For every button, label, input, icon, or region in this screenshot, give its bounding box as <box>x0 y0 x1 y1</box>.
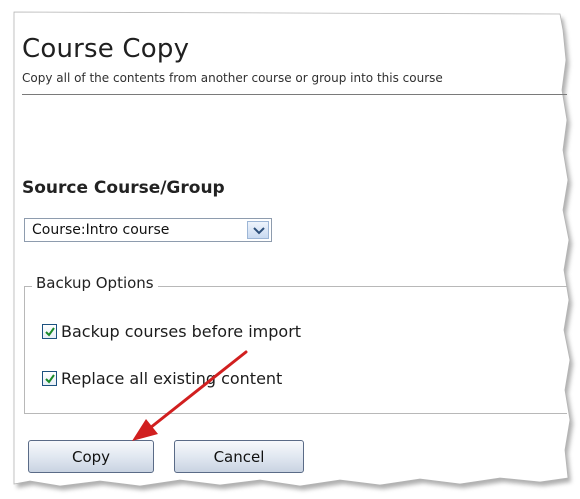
source-course-select[interactable]: Course:Intro course <box>24 218 272 242</box>
source-course-heading: Source Course/Group <box>22 178 225 198</box>
course-copy-panel: Course Copy Copy all of the contents fro… <box>22 22 567 492</box>
page-title: Course Copy <box>22 34 190 64</box>
chevron-down-icon[interactable] <box>247 221 269 239</box>
page-description: Copy all of the contents from another co… <box>22 71 443 85</box>
replace-content-checkbox[interactable] <box>42 371 57 386</box>
checkmark-icon <box>45 374 55 384</box>
page: Course Copy Copy all of the contents fro… <box>0 0 580 499</box>
backup-courses-checkbox[interactable] <box>42 324 57 339</box>
checkmark-icon <box>45 327 55 337</box>
backup-options-legend: Backup Options <box>32 274 158 292</box>
source-course-selected-value: Course:Intro course <box>32 222 170 238</box>
backup-courses-label: Backup courses before import <box>61 322 302 341</box>
backup-options-group <box>24 286 567 414</box>
cancel-button[interactable]: Cancel <box>174 440 304 473</box>
replace-content-label: Replace all existing content <box>61 369 283 388</box>
copy-button[interactable]: Copy <box>28 440 154 473</box>
title-divider <box>22 94 567 95</box>
